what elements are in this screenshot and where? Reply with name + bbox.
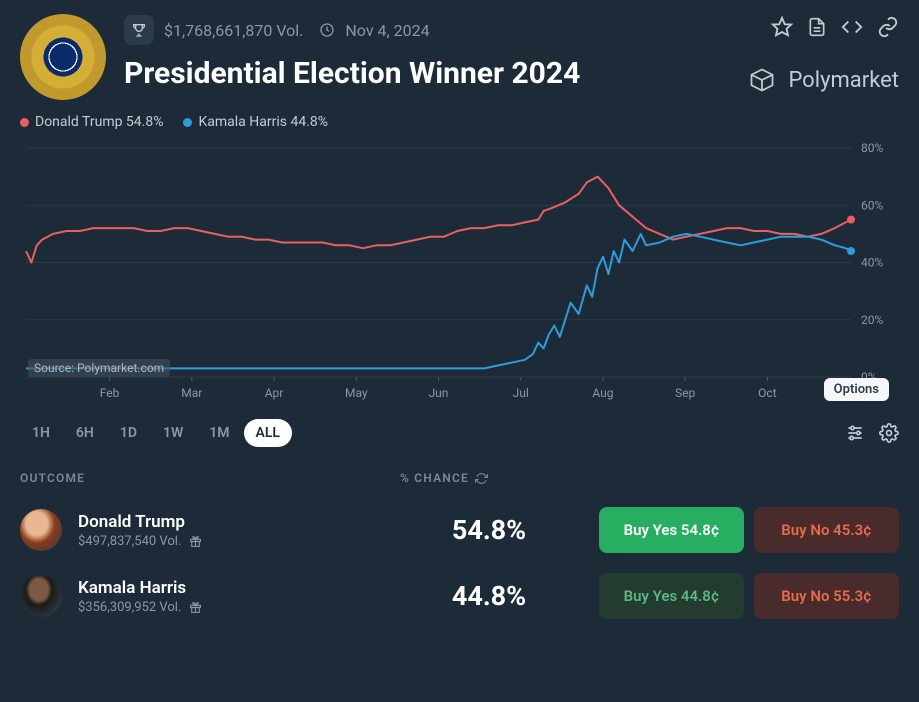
svg-text:Mar: Mar bbox=[181, 386, 202, 400]
svg-text:Apr: Apr bbox=[265, 386, 284, 400]
source-attribution: Source: Polymarket.com bbox=[28, 359, 170, 377]
options-tooltip: Options bbox=[824, 378, 889, 401]
outcome-volume: $497,837,540 Vol. bbox=[78, 534, 388, 549]
th-chance: % CHANCE bbox=[400, 471, 560, 485]
refresh-icon[interactable] bbox=[475, 472, 488, 485]
star-icon[interactable] bbox=[771, 16, 793, 38]
svg-text:Aug: Aug bbox=[592, 386, 613, 400]
svg-text:Sep: Sep bbox=[675, 386, 695, 400]
outcome-info: Kamala Harris $356,309,952 Vol. bbox=[78, 578, 388, 615]
embed-icon[interactable] bbox=[841, 16, 863, 38]
header: $1,768,661,870 Vol. Nov 4, 2024 Presiden… bbox=[0, 0, 919, 100]
outcome-info: Donald Trump $497,837,540 Vol. bbox=[78, 512, 388, 549]
gift-icon[interactable] bbox=[189, 601, 202, 614]
range-1w[interactable]: 1W bbox=[151, 419, 195, 447]
outcome-name: Kamala Harris bbox=[78, 578, 388, 598]
brand-label: Polymarket bbox=[788, 68, 899, 93]
brand: Polymarket bbox=[748, 66, 899, 94]
trophy-badge bbox=[124, 15, 154, 45]
legend-label: Kamala Harris 44.8% bbox=[198, 114, 328, 130]
polymarket-logo-icon bbox=[748, 66, 776, 94]
svg-text:20%: 20% bbox=[861, 313, 883, 327]
outcome-volume: $356,309,952 Vol. bbox=[78, 600, 388, 615]
trophy-icon bbox=[131, 22, 147, 38]
outcome-row-trump: Donald Trump $497,837,540 Vol. 54.8% Buy… bbox=[0, 497, 919, 563]
presidential-seal-icon bbox=[20, 14, 106, 100]
market-date: Nov 4, 2024 bbox=[345, 21, 429, 40]
chart-legend: Donald Trump 54.8% Kamala Harris 44.8% bbox=[0, 100, 919, 138]
svg-text:80%: 80% bbox=[861, 141, 883, 155]
buy-no-button[interactable]: Buy No 55.3¢ bbox=[754, 573, 899, 619]
gift-icon[interactable] bbox=[189, 535, 202, 548]
document-icon[interactable] bbox=[807, 16, 827, 38]
avatar-harris bbox=[20, 575, 62, 617]
range-1d[interactable]: 1D bbox=[108, 419, 149, 447]
legend-item-harris: Kamala Harris 44.8% bbox=[183, 114, 328, 130]
svg-text:Jun: Jun bbox=[429, 386, 449, 400]
buy-no-button[interactable]: Buy No 45.3¢ bbox=[754, 507, 899, 553]
outcome-name: Donald Trump bbox=[78, 512, 388, 532]
total-volume: $1,768,661,870 Vol. bbox=[164, 21, 303, 40]
svg-text:60%: 60% bbox=[861, 198, 883, 212]
range-6h[interactable]: 6H bbox=[64, 419, 106, 447]
svg-text:May: May bbox=[345, 386, 368, 400]
outcome-chance: 54.8% bbox=[404, 514, 574, 546]
clock-icon bbox=[319, 22, 335, 38]
outcomes-header: OUTCOME % CHANCE bbox=[0, 447, 919, 497]
outcome-buttons: Buy Yes 44.8¢ Buy No 55.3¢ bbox=[599, 573, 899, 619]
avatar-trump bbox=[20, 509, 62, 551]
chart-container: 0%20%40%60%80%FebMarAprMayJunJulAugSepOc… bbox=[0, 138, 919, 405]
action-bar bbox=[771, 16, 899, 38]
legend-label: Donald Trump 54.8% bbox=[35, 114, 163, 130]
range-1h[interactable]: 1H bbox=[20, 419, 62, 447]
legend-item-trump: Donald Trump 54.8% bbox=[20, 114, 163, 130]
outcome-chance: 44.8% bbox=[404, 580, 574, 612]
link-icon[interactable] bbox=[877, 16, 899, 38]
time-range-row: 1H 6H 1D 1W 1M ALL bbox=[0, 405, 919, 447]
svg-text:Feb: Feb bbox=[100, 386, 120, 400]
sliders-icon[interactable] bbox=[845, 423, 865, 443]
th-outcome: OUTCOME bbox=[20, 471, 400, 485]
outcome-row-harris: Kamala Harris $356,309,952 Vol. 44.8% Bu… bbox=[0, 563, 919, 629]
gear-icon[interactable] bbox=[879, 423, 899, 443]
svg-text:Oct: Oct bbox=[758, 386, 777, 400]
range-1m[interactable]: 1M bbox=[197, 419, 241, 447]
svg-text:40%: 40% bbox=[861, 256, 883, 270]
range-all[interactable]: ALL bbox=[244, 419, 292, 447]
chart-tools bbox=[845, 423, 899, 443]
outcome-buttons: Buy Yes 54.8¢ Buy No 45.3¢ bbox=[599, 507, 899, 553]
dot-icon bbox=[20, 118, 29, 127]
buy-yes-button[interactable]: Buy Yes 54.8¢ bbox=[599, 507, 744, 553]
dot-icon bbox=[183, 118, 192, 127]
svg-text:Jul: Jul bbox=[513, 386, 529, 400]
buy-yes-button[interactable]: Buy Yes 44.8¢ bbox=[599, 573, 744, 619]
